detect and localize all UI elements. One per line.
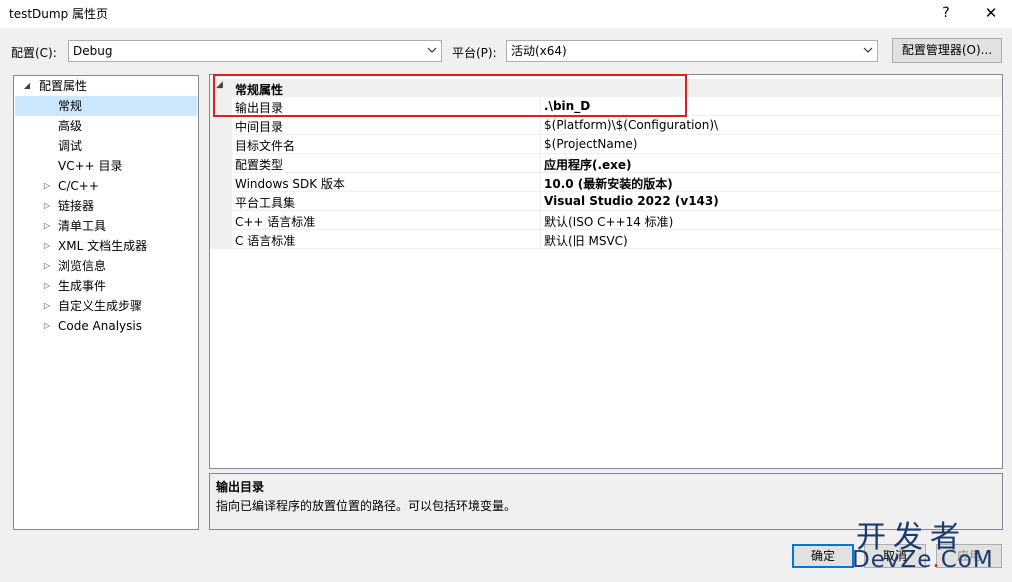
tree-item-label: 清单工具: [58, 219, 107, 233]
tree-item-label: 自定义生成步骤: [58, 299, 143, 313]
property-name: C++ 语言标准: [235, 215, 316, 229]
description-title: 输出目录: [216, 480, 265, 494]
tree-item-c-cpp[interactable]: ▷ C/C++: [15, 176, 197, 196]
chevron-down-icon: [863, 43, 873, 62]
tree-item-label: 高级: [58, 119, 83, 133]
tree-item-label: VC++ 目录: [58, 159, 123, 173]
property-grid: ◢ 常规属性 输出目录 .\bin_D 中间目录 $(Platform)\$(C…: [209, 74, 1003, 469]
tree-item-label: 配置属性: [39, 79, 88, 93]
tree-item-general[interactable]: 常规: [15, 96, 197, 116]
help-button[interactable]: ?: [936, 2, 956, 24]
property-name: 平台工具集: [235, 196, 296, 210]
property-name: 目标文件名: [235, 139, 296, 153]
property-value[interactable]: 10.0 (最新安装的版本): [544, 175, 673, 192]
tree-item-label: 浏览信息: [58, 259, 107, 273]
tree-item-label: 链接器: [58, 199, 95, 213]
property-value[interactable]: Visual Studio 2022 (v143): [544, 194, 719, 208]
property-name: 配置类型: [235, 158, 284, 172]
config-label: 配置(C):: [11, 46, 57, 60]
watermark-dot: .: [932, 547, 941, 573]
tree-item-label: XML 文档生成器: [58, 239, 148, 253]
window-title: testDump 属性页: [9, 7, 109, 21]
property-tree: ◢ 配置属性 常规 高级 调试 VC++ 目录 ▷ C/C++ ▷ 链接器 ▷ …: [13, 75, 199, 530]
property-value[interactable]: $(Platform)\$(Configuration)\: [544, 118, 718, 132]
tree-item-custom-build-step[interactable]: ▷ 自定义生成步骤: [15, 296, 197, 316]
property-value[interactable]: 应用程序(.exe): [544, 156, 632, 173]
close-button[interactable]: ✕: [978, 2, 1004, 24]
tree-item-xml-document-generator[interactable]: ▷ XML 文档生成器: [15, 236, 197, 256]
description-text: 指向已编译程序的放置位置的路径。可以包括环境变量。: [216, 499, 517, 513]
tree-item-build-events[interactable]: ▷ 生成事件: [15, 276, 197, 296]
property-value[interactable]: 默认(旧 MSVC): [544, 232, 628, 249]
property-name: C 语言标准: [235, 234, 296, 248]
ok-button[interactable]: 确定: [792, 544, 854, 568]
expand-icon[interactable]: ▷: [41, 196, 53, 216]
platform-value: 活动(x64): [511, 44, 567, 58]
expand-icon[interactable]: ▷: [41, 176, 53, 196]
configuration-manager-button[interactable]: 配置管理器(O)...: [892, 38, 1002, 63]
property-value[interactable]: $(ProjectName): [544, 137, 637, 151]
property-name: Windows SDK 版本: [235, 177, 345, 191]
property-row-configuration-type[interactable]: 配置类型 应用程序(.exe): [232, 154, 1002, 173]
tree-item-vc-directories[interactable]: VC++ 目录: [15, 156, 197, 176]
collapse-icon[interactable]: ◢: [21, 76, 33, 96]
tree-item-code-analysis[interactable]: ▷ Code Analysis: [15, 316, 197, 336]
config-value: Debug: [73, 44, 113, 58]
tree-item-linker[interactable]: ▷ 链接器: [15, 196, 197, 216]
tree-item-label: Code Analysis: [58, 319, 142, 333]
watermark-part: CoM: [940, 547, 994, 573]
chevron-down-icon: [427, 43, 437, 62]
tree-item-browse-information[interactable]: ▷ 浏览信息: [15, 256, 197, 276]
title-bar: testDump 属性页 ? ✕: [0, 0, 1012, 28]
platform-label: 平台(P):: [452, 46, 497, 60]
expand-icon[interactable]: ▷: [41, 256, 53, 276]
property-row-platform-toolset[interactable]: 平台工具集 Visual Studio 2022 (v143): [232, 192, 1002, 211]
platform-dropdown[interactable]: 活动(x64): [506, 40, 878, 62]
expand-icon[interactable]: ▷: [41, 216, 53, 236]
tree-item-advanced[interactable]: 高级: [15, 116, 197, 136]
tree-item-label: 生成事件: [58, 279, 107, 293]
tree-item-label: 常规: [58, 99, 83, 113]
property-row-cpp-language-standard[interactable]: C++ 语言标准 默认(ISO C++14 标准): [232, 211, 1002, 230]
property-value[interactable]: 默认(ISO C++14 标准): [544, 213, 673, 230]
property-row-windows-sdk-version[interactable]: Windows SDK 版本 10.0 (最新安装的版本): [232, 173, 1002, 192]
property-name: 中间目录: [235, 120, 284, 134]
property-row-intermediate-directory[interactable]: 中间目录 $(Platform)\$(Configuration)\: [232, 116, 1002, 135]
property-row-c-language-standard[interactable]: C 语言标准 默认(旧 MSVC): [232, 230, 1002, 249]
grid-gutter: [210, 97, 232, 249]
expand-icon[interactable]: ▷: [41, 296, 53, 316]
tree-item-configuration-properties[interactable]: ◢ 配置属性: [15, 76, 197, 96]
tree-item-label: 调试: [58, 139, 83, 153]
config-dropdown[interactable]: Debug: [68, 40, 442, 62]
tree-item-debugging[interactable]: 调试: [15, 136, 197, 156]
watermark-part: DevZe: [852, 547, 933, 573]
expand-icon[interactable]: ▷: [41, 276, 53, 296]
highlight-annotation: [213, 74, 687, 117]
property-row-target-name[interactable]: 目标文件名 $(ProjectName): [232, 135, 1002, 154]
tree-item-label: C/C++: [58, 179, 99, 193]
watermark-logo-domain: DevZe.CoM: [852, 547, 994, 573]
expand-icon[interactable]: ▷: [41, 236, 53, 256]
expand-icon[interactable]: ▷: [41, 316, 53, 336]
tree-item-manifest-tool[interactable]: ▷ 清单工具: [15, 216, 197, 236]
